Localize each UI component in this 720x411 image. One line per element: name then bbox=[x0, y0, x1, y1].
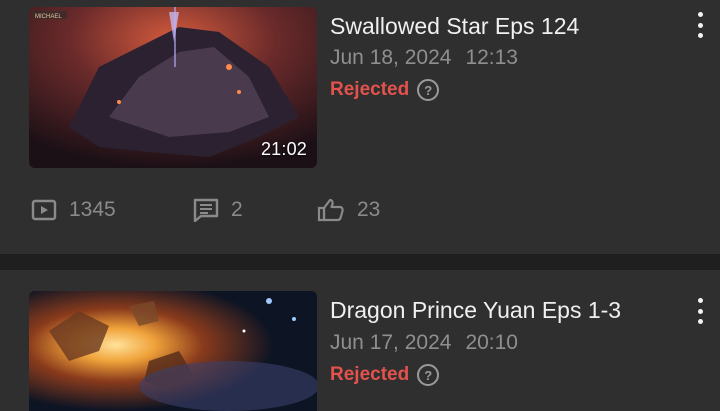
comment-icon bbox=[193, 198, 219, 222]
comments-stat: 2 bbox=[193, 198, 243, 222]
video-date: Jun 17, 2024 20:10 bbox=[330, 331, 518, 355]
thumb-badge-text: MICHAEL bbox=[35, 14, 62, 20]
comments-count: 2 bbox=[231, 198, 243, 221]
video-card[interactable]: Dragon Prince Yuan Eps 1-3 Jun 17, 2024 2… bbox=[0, 270, 720, 411]
status-row: Rejected ? bbox=[330, 364, 440, 386]
thumbs-up-icon bbox=[317, 198, 344, 222]
video-card[interactable]: MICHAEL 21:02 Swallowed Star Eps 124 Jun… bbox=[0, 0, 720, 254]
date-text: Jun 18, 2024 bbox=[330, 46, 452, 69]
likes-stat: 23 bbox=[317, 198, 380, 222]
status-row: Rejected ? bbox=[330, 79, 440, 101]
thumbnail-image bbox=[29, 291, 317, 411]
play-icon bbox=[31, 199, 57, 221]
video-thumbnail[interactable]: MICHAEL 21:02 bbox=[29, 7, 317, 168]
time-text: 20:10 bbox=[465, 331, 518, 354]
views-count: 1345 bbox=[69, 198, 116, 221]
video-duration: 21:02 bbox=[260, 139, 307, 159]
status-badge: Rejected bbox=[330, 364, 410, 385]
likes-count: 23 bbox=[357, 198, 381, 221]
video-date: Jun 18, 2024 12:13 bbox=[330, 46, 518, 70]
status-badge: Rejected bbox=[330, 79, 410, 100]
more-options-icon[interactable] bbox=[693, 12, 707, 38]
video-title[interactable]: Swallowed Star Eps 124 bbox=[330, 13, 579, 40]
video-title[interactable]: Dragon Prince Yuan Eps 1-3 bbox=[330, 297, 621, 324]
time-text: 12:13 bbox=[465, 46, 518, 69]
views-stat: 1345 bbox=[31, 198, 116, 222]
more-options-icon[interactable] bbox=[693, 298, 707, 324]
question-icon[interactable]: ? bbox=[417, 364, 440, 386]
video-thumbnail[interactable] bbox=[29, 291, 317, 411]
date-text: Jun 17, 2024 bbox=[330, 331, 452, 354]
card-divider bbox=[0, 254, 720, 270]
question-icon[interactable]: ? bbox=[417, 79, 440, 101]
